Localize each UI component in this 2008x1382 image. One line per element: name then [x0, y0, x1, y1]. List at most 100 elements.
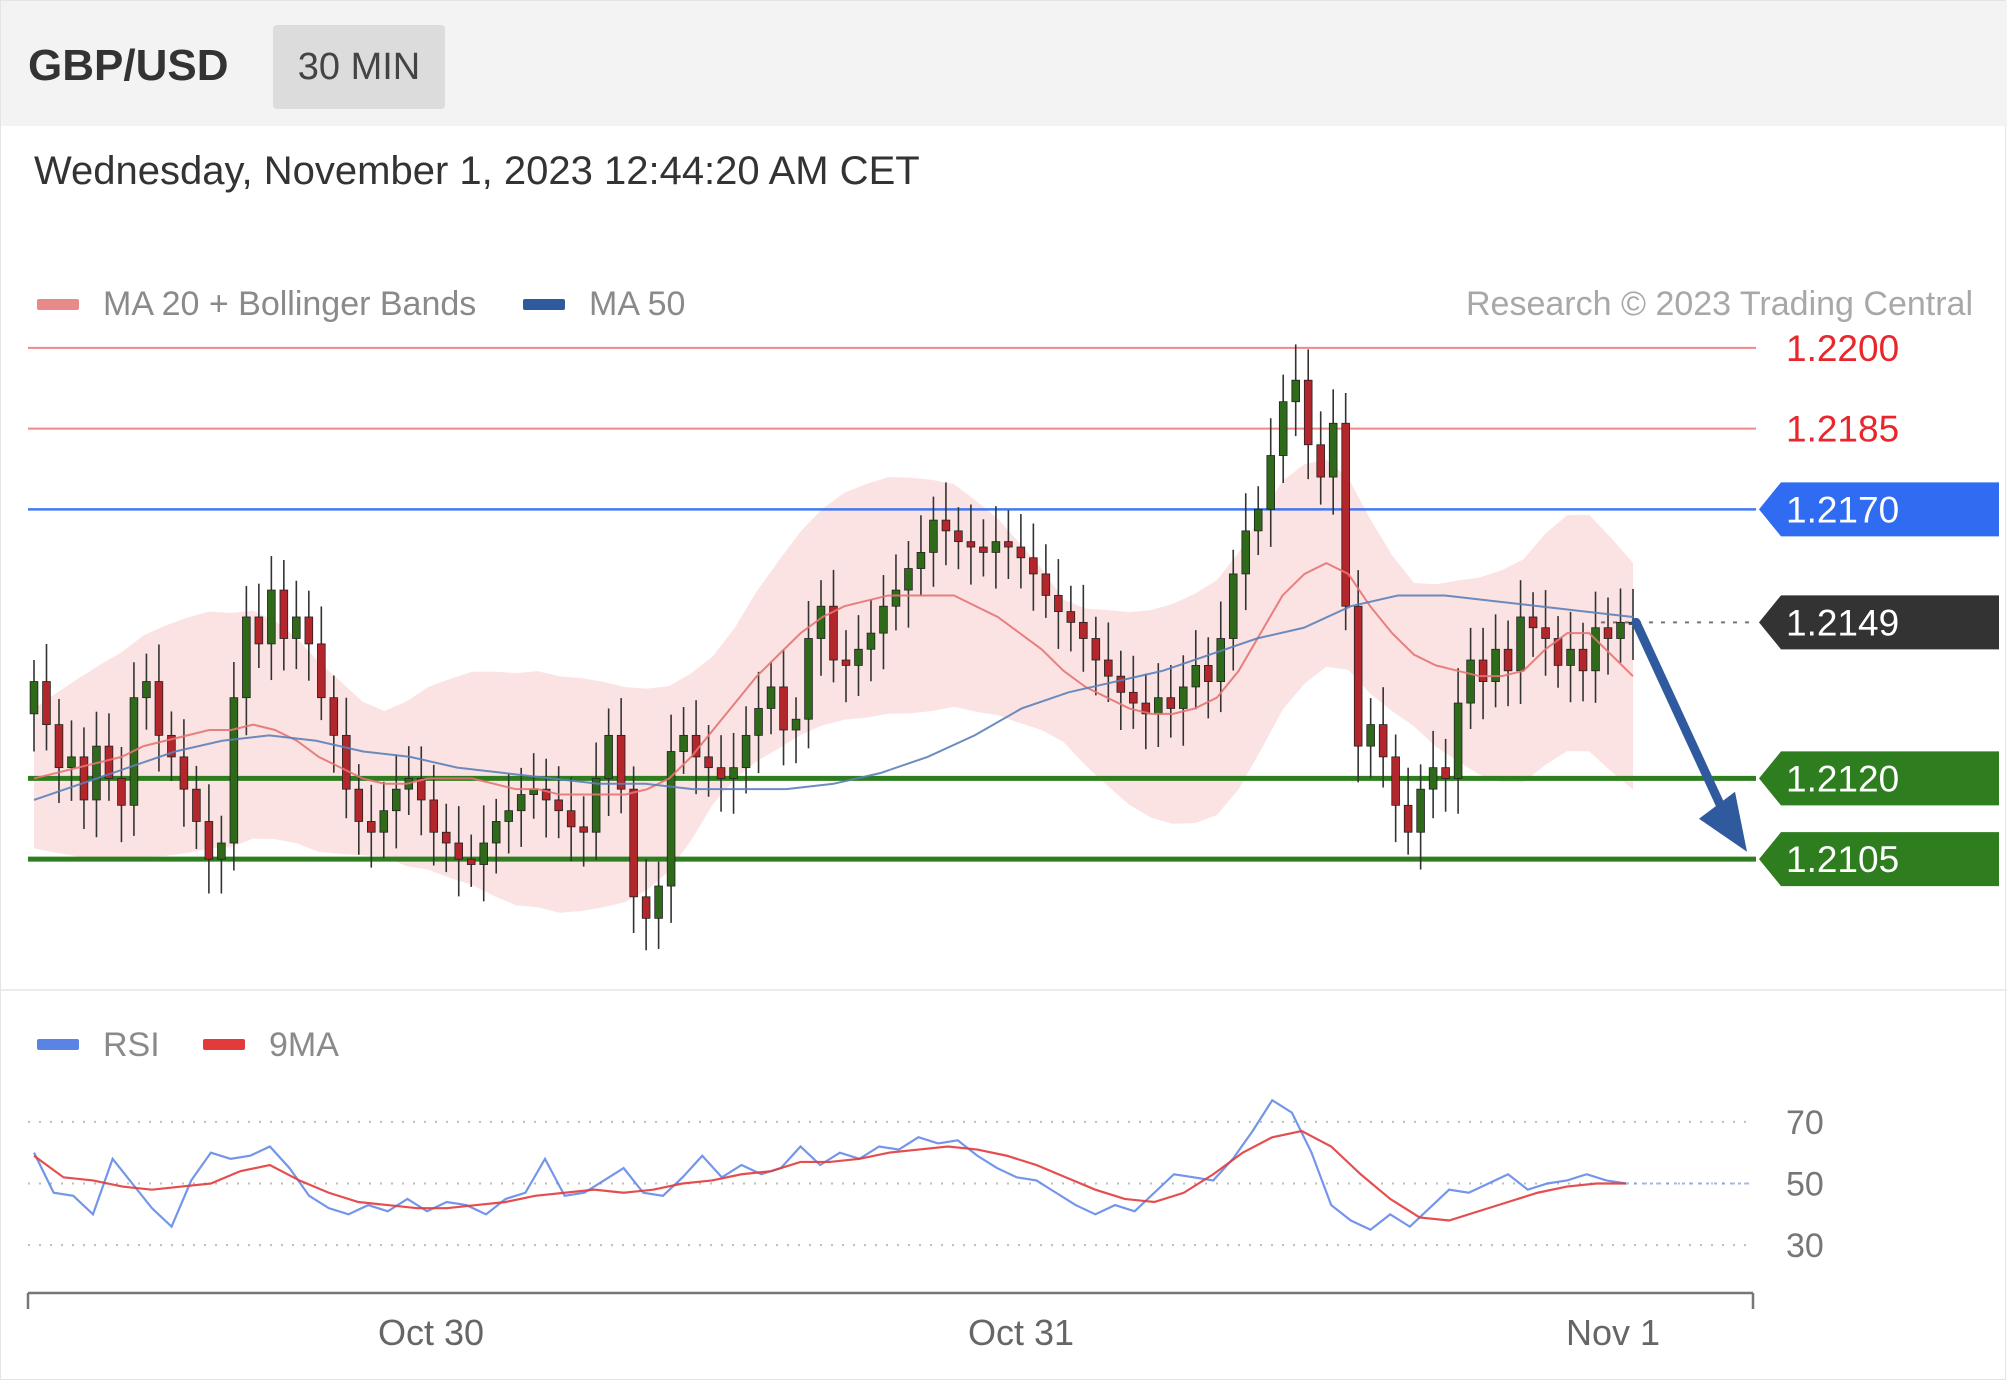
candle-body — [479, 842, 488, 865]
rsi-9ma-line — [33, 1129, 1626, 1222]
candle-body — [1478, 659, 1488, 682]
candle-body — [292, 616, 301, 639]
rsi-tick-30: 30 — [1786, 1227, 1824, 1265]
candle-body — [242, 616, 251, 699]
candle-body — [829, 605, 838, 661]
candle-body — [666, 751, 676, 887]
candle-body — [866, 632, 876, 650]
x-tick-label-oct-30: Oct 30 — [378, 1312, 484, 1353]
candle-body — [1029, 557, 1038, 575]
candle-body — [954, 530, 963, 543]
level-tag-text-1.2105: 1.2105 — [1786, 839, 1899, 880]
candle-body — [716, 767, 726, 779]
candle-body — [854, 648, 863, 666]
candle-body — [1416, 788, 1425, 833]
candle-body — [79, 756, 89, 801]
candle-body — [254, 616, 264, 645]
candle-body — [1041, 573, 1051, 596]
candle-body — [791, 718, 801, 731]
candle-body — [1191, 665, 1201, 688]
candle-body — [554, 799, 563, 812]
candle-body — [179, 756, 189, 790]
candle-body — [616, 734, 626, 790]
candle-body — [1203, 665, 1213, 682]
candle-body — [979, 546, 988, 553]
candle-body — [67, 756, 76, 769]
candle-body — [1266, 455, 1275, 510]
candle-body — [1228, 573, 1238, 639]
candle-body — [1528, 616, 1538, 629]
x-tick-label-oct-31: Oct 31 — [968, 1312, 1074, 1353]
candle-body — [192, 788, 201, 822]
candle-body — [941, 519, 951, 532]
candle-body — [142, 681, 151, 699]
candle-body — [441, 831, 451, 844]
candle-body — [1104, 659, 1113, 677]
bollinger-bands-layer — [34, 459, 1633, 913]
candle-body — [1253, 508, 1263, 532]
candle-body — [429, 799, 439, 833]
candle-body — [1091, 638, 1101, 661]
bollinger-band-area — [34, 459, 1633, 913]
candle-body — [367, 821, 376, 833]
candle-body — [1516, 616, 1525, 672]
candle-body — [1216, 638, 1226, 682]
candle-body — [804, 638, 813, 720]
candle-body — [1179, 686, 1188, 709]
chart-card: GBP/USD 30 MIN Wednesday, November 1, 20… — [0, 0, 2007, 1380]
candle-body — [704, 756, 713, 769]
candle-body — [1004, 541, 1013, 548]
forecast-arrow-head — [1699, 791, 1747, 852]
candle-body — [629, 788, 638, 898]
candle-body — [1154, 697, 1163, 715]
candle-body — [304, 616, 314, 645]
candle-body — [904, 568, 913, 591]
candle-body — [54, 724, 64, 769]
candle-body — [154, 681, 164, 736]
candle-body — [1566, 648, 1575, 666]
candle-body — [1591, 627, 1600, 672]
candle-body — [816, 605, 826, 639]
candle-body — [42, 681, 51, 726]
candle-body — [1316, 444, 1325, 478]
candle-body — [491, 821, 501, 844]
candle-body — [279, 589, 289, 639]
candle-body — [754, 708, 763, 736]
candle-body — [929, 519, 938, 553]
level-tag-text-1.2120: 1.2120 — [1786, 758, 1899, 799]
candle-body — [1616, 621, 1625, 639]
candle-body — [891, 589, 901, 607]
candle-body — [392, 788, 401, 812]
forecast-arrow-shaft — [1631, 617, 1734, 829]
candle-body — [1403, 804, 1413, 833]
candle-body — [966, 541, 976, 548]
candle-body — [1441, 767, 1450, 779]
candle-body — [741, 734, 751, 769]
candle-body — [991, 541, 1001, 553]
candle-body — [1466, 659, 1475, 704]
candle-body — [654, 885, 663, 919]
level-label-1.2200: 1.2200 — [1786, 328, 1899, 369]
candle-body — [916, 551, 926, 569]
rsi-tick-70: 70 — [1786, 1104, 1824, 1142]
candle-body — [1341, 422, 1350, 607]
candle-body — [1603, 627, 1613, 639]
candle-body — [454, 842, 464, 860]
candle-body — [1353, 605, 1363, 747]
candle-body — [1378, 724, 1388, 758]
x-tick-label-nov-1: Nov 1 — [1566, 1312, 1660, 1353]
candle-body — [229, 697, 239, 844]
candle-body — [1129, 691, 1138, 704]
candle-body — [729, 767, 738, 779]
candle-body — [1291, 379, 1300, 403]
candle-body — [579, 826, 588, 833]
x-axis-layer: Oct 30 Oct 31 Nov 1 — [26, 1291, 1755, 1353]
candle-body — [1578, 648, 1588, 672]
candle-body — [1453, 702, 1463, 779]
candle-body — [1303, 379, 1313, 446]
candle-body — [504, 810, 513, 822]
candle-body — [1066, 611, 1076, 623]
candle-body — [841, 659, 851, 666]
candle-body — [379, 810, 389, 833]
candle-body — [204, 821, 214, 860]
